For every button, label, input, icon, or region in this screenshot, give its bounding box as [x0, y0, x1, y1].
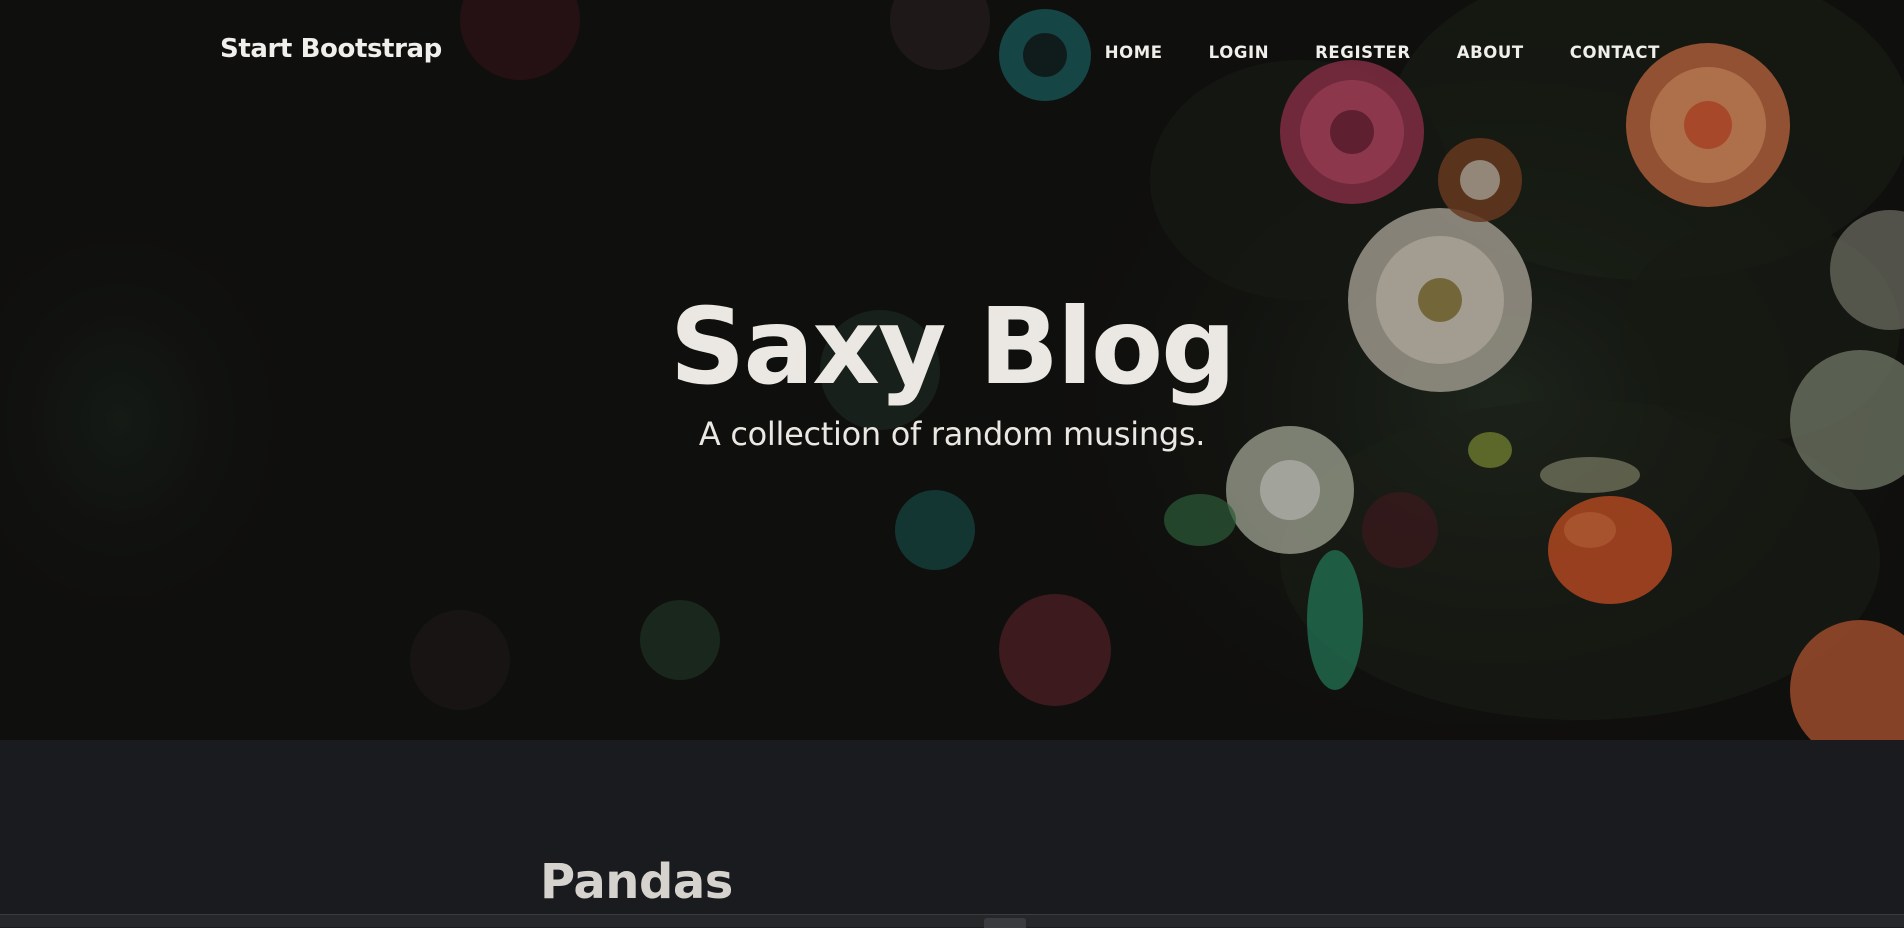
main-navbar: Start Bootstrap HOME LOGIN REGISTER ABOU… — [0, 0, 1904, 108]
navbar-brand[interactable]: Start Bootstrap — [220, 34, 442, 64]
nav-link-about[interactable]: ABOUT — [1457, 43, 1524, 62]
site-title: Saxy Blog — [669, 286, 1237, 408]
site-subtitle: A collection of random musings. — [698, 415, 1206, 453]
nav-link-contact[interactable]: CONTACT — [1570, 43, 1660, 62]
post-title[interactable]: Pandas — [540, 854, 733, 910]
post-list: Pandas — [0, 740, 1904, 914]
nav-links: HOME LOGIN REGISTER ABOUT CONTACT — [1059, 43, 1660, 62]
nav-link-login[interactable]: LOGIN — [1209, 43, 1269, 62]
site-heading: Saxy Blog A collection of random musings… — [0, 282, 1904, 454]
nav-link-register[interactable]: REGISTER — [1315, 43, 1411, 62]
horizontal-scrollbar[interactable] — [0, 914, 1904, 928]
page-header: Start Bootstrap HOME LOGIN REGISTER ABOU… — [0, 0, 1904, 740]
nav-link-home[interactable]: HOME — [1105, 43, 1163, 62]
